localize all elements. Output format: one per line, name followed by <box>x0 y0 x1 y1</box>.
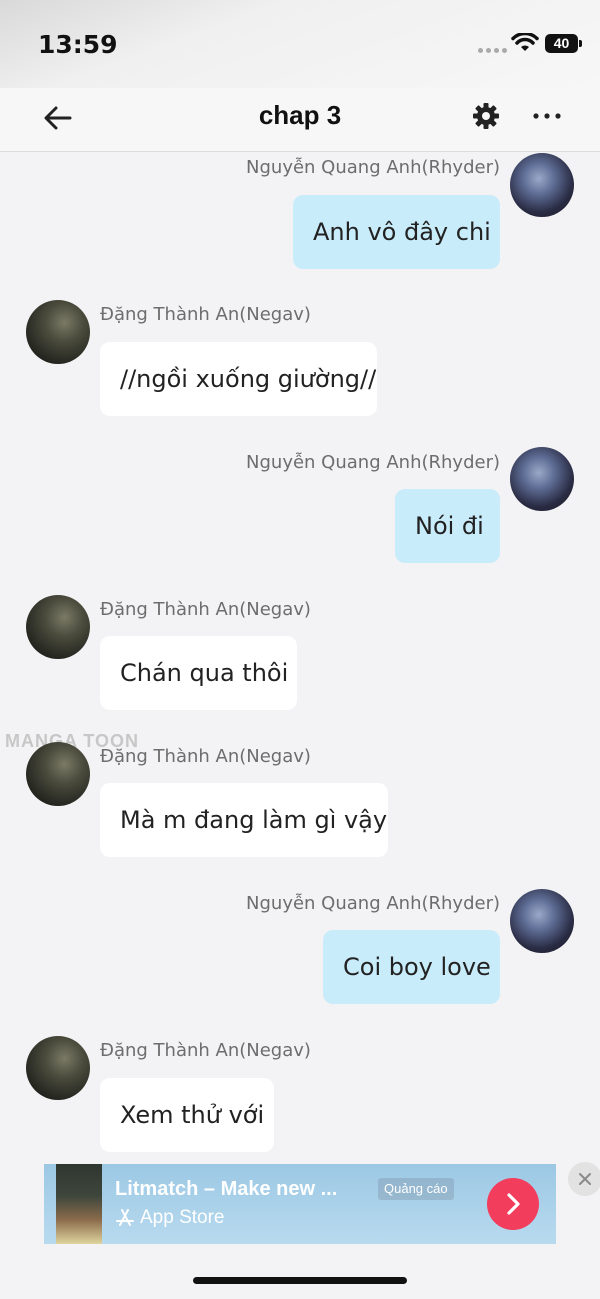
battery-icon: 40 <box>545 34 582 53</box>
ad-banner[interactable]: Litmatch – Make new ... Quảng cáo App St… <box>44 1164 556 1244</box>
avatar[interactable] <box>26 595 90 659</box>
ad-close-button[interactable] <box>568 1162 600 1196</box>
status-bar: 13:59 40 <box>0 0 600 88</box>
wifi-icon <box>511 33 539 51</box>
message-bubble[interactable]: Anh vô đây chi <box>293 195 500 269</box>
ellipsis-icon <box>533 113 561 119</box>
chevron-right-icon <box>507 1193 520 1215</box>
message-bubble[interactable]: //ngồi xuống giường// <box>100 342 377 416</box>
avatar[interactable] <box>26 1036 90 1100</box>
ad-open-button[interactable] <box>487 1178 539 1230</box>
sender-name: Đặng Thành An(Negav) <box>100 304 311 325</box>
ad-thumbnail <box>56 1164 102 1244</box>
back-arrow-icon <box>44 106 72 130</box>
avatar[interactable] <box>26 300 90 364</box>
sender-name: Đặng Thành An(Negav) <box>100 746 311 767</box>
status-time: 13:59 <box>38 30 118 59</box>
settings-button[interactable] <box>470 100 502 132</box>
message-bubble[interactable]: Chán qua thôi <box>100 636 297 710</box>
message-bubble[interactable]: Mà m đang làm gì vậy <box>100 783 388 857</box>
more-options-button[interactable] <box>530 102 564 130</box>
avatar[interactable] <box>510 447 574 511</box>
ad-title: Litmatch – Make new ... <box>115 1178 338 1200</box>
avatar[interactable] <box>510 153 574 217</box>
page-title: chap 3 <box>258 100 342 130</box>
message-bubble[interactable]: Coi boy love <box>323 930 500 1004</box>
sender-name: Đặng Thành An(Negav) <box>100 599 311 620</box>
sender-name: Nguyễn Quang Anh(Rhyder) <box>246 452 500 473</box>
back-button[interactable] <box>40 100 76 136</box>
sender-name: Nguyễn Quang Anh(Rhyder) <box>246 893 500 914</box>
message-bubble[interactable]: Nói đi <box>395 489 500 563</box>
home-indicator[interactable] <box>193 1277 407 1284</box>
avatar[interactable] <box>510 889 574 953</box>
close-icon <box>579 1173 591 1185</box>
avatar[interactable] <box>26 742 90 806</box>
sender-name: Đặng Thành An(Negav) <box>100 1040 311 1061</box>
app-store-icon <box>116 1209 134 1226</box>
ad-store-label: App Store <box>140 1207 225 1228</box>
chat-header: chap 3 <box>0 88 600 152</box>
ad-badge: Quảng cáo <box>378 1178 454 1200</box>
gear-icon <box>473 103 499 129</box>
sender-name: Nguyễn Quang Anh(Rhyder) <box>246 157 500 178</box>
message-bubble[interactable]: Xem thử với <box>100 1078 274 1152</box>
cellular-signal-icon <box>478 48 507 53</box>
